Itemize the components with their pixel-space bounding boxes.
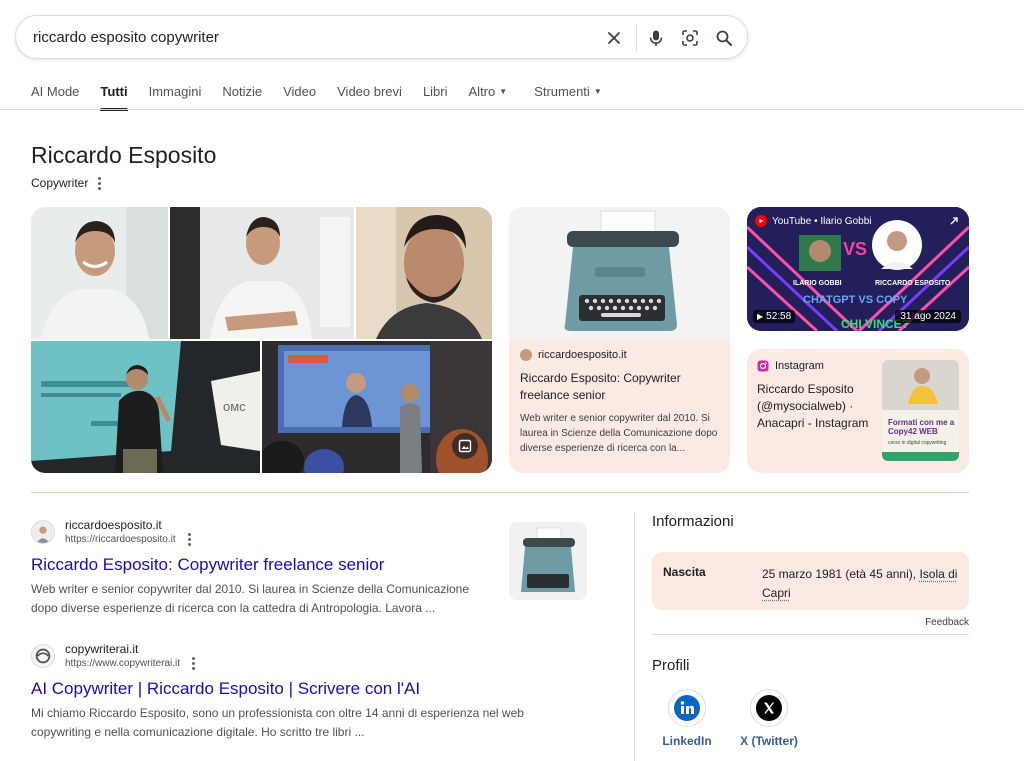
tab-tools[interactable]: Strumenti ▼ [534, 84, 602, 110]
search-tabs: AI Mode Tutti Immagini Notizie Video Vid… [31, 84, 623, 111]
tab-more[interactable]: Altro ▼ [469, 84, 508, 110]
x-twitter-icon [756, 695, 782, 721]
speaker-photo-icon: oмс [31, 341, 260, 473]
typewriter-icon [509, 207, 730, 339]
tab-short-videos[interactable]: Video brevi [337, 84, 402, 110]
column-divider [634, 512, 635, 761]
person-photo-icon [31, 207, 168, 339]
clear-search-button[interactable] [602, 26, 626, 50]
panel-divider [652, 634, 969, 635]
video-source: YouTube • Ilario Gobbi [755, 215, 872, 227]
search-bar-divider [636, 24, 637, 52]
caret-down-icon: ▼ [499, 87, 508, 96]
card-description: Web writer e senior copywriter dal 2010.… [520, 413, 718, 454]
result-title-link[interactable]: AI Copywriter | Riccardo Esposito | Scri… [31, 678, 591, 700]
photo-arms-crossed[interactable] [170, 207, 354, 339]
result-snippet: Web writer e senior copywriter dal 2010.… [31, 582, 469, 615]
card-source: Instagram [757, 360, 824, 372]
camera-lens-icon [682, 30, 698, 46]
search-button[interactable] [712, 26, 736, 50]
instagram-thumbnail: Formati con me a Copy42 WEB corso in dig… [882, 360, 959, 461]
svg-text:VS: VS [843, 239, 867, 259]
search-input[interactable]: riccardo esposito copywriter [33, 29, 219, 46]
more-options-icon[interactable] [187, 533, 191, 546]
search-result: riccardoesposito.it https://riccardoespo… [31, 518, 591, 618]
close-icon [608, 32, 620, 44]
tab-ai-mode[interactable]: AI Mode [31, 84, 79, 110]
section-divider [31, 492, 969, 493]
profile-linkedin[interactable]: LinkedIn [647, 689, 727, 748]
more-options-icon[interactable] [98, 176, 102, 190]
typewriter-image [509, 207, 730, 339]
image-collage: oмс [31, 207, 492, 473]
instagram-icon [757, 360, 769, 372]
tab-images[interactable]: Immagini [149, 84, 202, 110]
search-icon [716, 30, 732, 46]
person-photo-icon [170, 207, 354, 339]
play-icon: ▶ [757, 312, 764, 321]
website-card[interactable]: riccardoesposito.it Riccardo Esposito: C… [509, 207, 730, 473]
info-section-title: Informazioni [652, 513, 734, 530]
svg-text:oмс: oмс [223, 399, 246, 414]
site-favicon-icon [31, 520, 55, 544]
tab-all[interactable]: Tutti [100, 84, 128, 111]
svg-text:CHATGPT VS COPY: CHATGPT VS COPY [803, 294, 908, 306]
feedback-link[interactable]: Feedback [925, 617, 969, 628]
instagram-card[interactable]: Instagram Riccardo Esposito (@mysocialwe… [747, 349, 969, 473]
expand-images-button[interactable] [452, 433, 478, 459]
birth-label: Nascita [663, 565, 706, 579]
typewriter-icon [509, 522, 587, 600]
photo-speaker-stage[interactable]: oмс [31, 341, 260, 473]
open-external-icon [950, 217, 958, 225]
profiles-title: Profili [652, 657, 690, 674]
video-date: 31 ago 2024 [895, 310, 961, 323]
birth-value: 25 marzo 1981 (età 45 anni), Isola di Ca… [762, 567, 958, 600]
youtube-video-card[interactable]: VS ILARIO GOBBI RICCARDO ESPOSITO CHATGP… [747, 207, 969, 331]
site-favicon-icon [520, 349, 532, 361]
image-gallery-icon [458, 439, 472, 453]
card-title: Riccardo Esposito (@mysocialweb) · Anaca… [757, 382, 869, 430]
caret-down-icon: ▼ [593, 87, 602, 96]
svg-text:ILARIO GOBBI: ILARIO GOBBI [793, 280, 842, 287]
birth-info-box: Nascita 25 marzo 1981 (età 45 anni), Iso… [652, 552, 969, 610]
photo-smiling-portrait[interactable] [31, 207, 168, 339]
profile-x-twitter[interactable]: X (Twitter) [729, 689, 809, 748]
result-snippet: Mi chiamo Riccardo Esposito, sono un pro… [31, 706, 524, 739]
photo-closeup-beard[interactable] [356, 207, 492, 339]
result-title-link[interactable]: Riccardo Esposito: Copywriter freelance … [31, 554, 591, 576]
search-bar[interactable]: riccardo esposito copywriter [15, 15, 748, 59]
video-duration: ▶ 52:58 [753, 310, 796, 323]
tab-books[interactable]: Libri [423, 84, 448, 110]
voice-search-button[interactable] [644, 26, 668, 50]
tabs-divider [0, 109, 1024, 110]
result-site[interactable]: riccardoesposito.it https://riccardoespo… [31, 518, 591, 546]
lens-search-button[interactable] [678, 26, 702, 50]
search-result: copywriterai.it https://www.copywriterai… [31, 642, 591, 742]
linkedin-icon [674, 695, 700, 721]
person-photo-icon [356, 207, 492, 339]
tab-videos[interactable]: Video [283, 84, 316, 110]
youtube-icon [755, 215, 767, 227]
card-title: Riccardo Esposito: Copywriter freelance … [520, 371, 681, 402]
svg-text:RICCARDO ESPOSITO: RICCARDO ESPOSITO [875, 280, 951, 287]
entity-subtitle: Copywriter [31, 176, 102, 190]
site-favicon-icon [31, 644, 55, 668]
result-thumbnail[interactable] [509, 522, 587, 600]
tab-news[interactable]: Notizie [222, 84, 262, 110]
microphone-icon [649, 30, 663, 46]
more-options-icon[interactable] [192, 657, 196, 670]
result-site[interactable]: copywriterai.it https://www.copywriterai… [31, 642, 591, 670]
card-source: riccardoesposito.it [520, 349, 719, 361]
entity-title: Riccardo Esposito [31, 142, 217, 168]
